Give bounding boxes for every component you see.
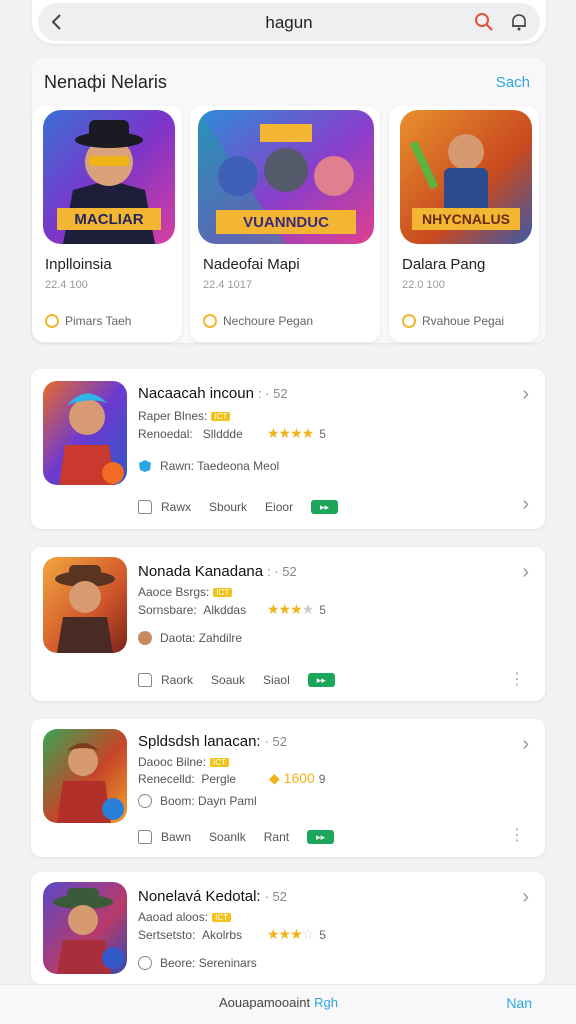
bottom-link[interactable]: Rgh xyxy=(314,995,338,1010)
game-meta-line: Renoedal: Sllddde xyxy=(138,427,243,441)
game-list-item[interactable]: Nacaacah incoun: · 52 Raper Blnes: ICT Re… xyxy=(31,369,545,529)
more-options-icon[interactable]: ⋮ xyxy=(509,672,525,688)
game-title: Nacaacah incoun: · 52 xyxy=(138,385,288,402)
game-title: Nonada Kanadana: · 52 xyxy=(138,563,297,580)
coin-count: ◆ 1600 9 xyxy=(269,770,326,786)
featured-card[interactable]: VUANNDUC Nadeofai Mapi 22.4 1017 Nechour… xyxy=(190,106,380,342)
cover-caption: VUANNDUC xyxy=(243,214,329,231)
chevron-right-icon[interactable]: › xyxy=(522,383,529,406)
featured-game-name: Inplloinsia xyxy=(45,256,112,273)
action-share[interactable]: Soanlk xyxy=(209,830,246,844)
game-meta-line: Boom: Dayn Paml xyxy=(138,794,257,808)
featured-card[interactable]: NHYCNALUS Dalara Pang 22.0 100 Rvahoue P… xyxy=(389,106,539,342)
action-bar: Raork Soauk Siaol ▸▸ xyxy=(138,672,335,687)
bell-icon xyxy=(512,14,526,31)
featured-game-tag: Rvahoue Pegai xyxy=(402,314,504,328)
rating-stars: ★★★★ 5 xyxy=(267,601,326,617)
bottom-bar: Aouapamooaint Rgh Nan xyxy=(0,984,576,1024)
game-meta-line: Sornsbare: Alkddas xyxy=(138,603,247,617)
tag-icon xyxy=(402,314,416,328)
featured-game-meta: 22.4 1017 xyxy=(203,279,252,291)
meta-badge: ICT xyxy=(210,758,229,767)
action-like[interactable]: Bawn xyxy=(161,830,191,844)
shield-icon xyxy=(139,460,151,472)
game-list-item[interactable]: Nonelavá Kedotal: · 52 Aaoad aloos: ICT Se… xyxy=(31,872,545,984)
like-icon[interactable] xyxy=(138,499,152,514)
action-bar: Rawx Sbourk Eioor ▸▸ xyxy=(138,499,339,514)
featured-game-meta: 22.0 100 xyxy=(402,279,445,291)
game-meta-line: Daooc Bilne: ICT xyxy=(138,755,229,769)
game-thumbnail xyxy=(43,882,127,974)
more-options-icon[interactable]: ⋮ xyxy=(509,828,525,844)
search-query-text: hagun xyxy=(265,13,313,32)
game-meta-line: Renecelld: Pergle xyxy=(138,772,237,786)
game-thumbnail xyxy=(43,557,127,653)
featured-game-tag: Nechoure Pegan xyxy=(203,314,313,328)
see-all-link[interactable]: Sach xyxy=(496,74,530,91)
game-thumbnail xyxy=(43,729,127,823)
notification-button[interactable] xyxy=(510,12,528,32)
game-meta-line: Aaoad aloos: ICT xyxy=(138,910,231,924)
featured-game-name: Dalara Pang xyxy=(402,256,486,273)
game-meta-line: Raper Blnes: ICT xyxy=(138,409,231,423)
action-more[interactable]: Eioor xyxy=(265,500,293,514)
game-thumbnail xyxy=(43,381,127,485)
game-meta-line: Rawn: Taedeona Meol xyxy=(138,459,279,473)
play-badge[interactable]: ▸▸ xyxy=(307,829,335,844)
search-button[interactable] xyxy=(474,12,494,32)
coin-icon: ◆ xyxy=(269,770,280,786)
game-meta-line: Daota: Zahdilre xyxy=(138,631,242,645)
like-icon[interactable] xyxy=(138,672,152,687)
featured-title: Nenaфi Nelaris xyxy=(44,72,167,92)
action-more[interactable]: Rant xyxy=(264,830,289,844)
meta-badge: ICT xyxy=(211,412,231,421)
action-like[interactable]: Rawx xyxy=(161,500,191,514)
cover-caption: MACLIAR xyxy=(74,211,143,228)
game-list-item[interactable]: Nonada Kanadana: · 52 Aaoce Bsrgs: ICT So… xyxy=(31,547,545,701)
cover-caption: NHYCNALUS xyxy=(422,211,510,227)
chevron-right-icon[interactable]: › xyxy=(522,886,529,909)
action-share[interactable]: Sbourk xyxy=(209,500,247,514)
search-icon xyxy=(475,13,493,31)
game-title: Nonelavá Kedotal: · 52 xyxy=(138,888,288,905)
game-title: Spldsdsh lanacan: · 52 xyxy=(138,733,288,750)
game-cover-image: MACLIAR xyxy=(43,110,175,244)
featured-section: Nenaфi Nelaris Sach MACLIAR Inplloinsia … xyxy=(32,58,546,343)
action-share[interactable]: Soauk xyxy=(211,673,245,687)
bottom-prompt: Aouapamooaint Rgh xyxy=(219,995,338,1010)
game-list-item[interactable]: Spldsdsh lanacan: · 52 Daooc Bilne: ICT Re… xyxy=(31,719,545,857)
rating-stars: ★★★☆ 5 xyxy=(267,926,326,942)
play-badge[interactable]: ▸▸ xyxy=(307,672,335,687)
game-cover-image: NHYCNALUS xyxy=(400,110,532,244)
tag-icon xyxy=(203,314,217,328)
game-meta-line: Sertsetsto: Akolrbs xyxy=(138,928,243,942)
featured-game-tag: Pimars Taeh xyxy=(45,314,131,328)
action-like[interactable]: Raork xyxy=(161,673,193,687)
meta-badge: ICT xyxy=(212,913,231,922)
chevron-right-icon[interactable]: › xyxy=(522,493,529,516)
avatar-icon xyxy=(138,631,152,645)
tag-icon xyxy=(45,314,59,328)
clock-icon xyxy=(138,794,152,808)
search-bar[interactable]: hagun xyxy=(38,3,540,41)
play-badge[interactable]: ▸▸ xyxy=(311,499,339,514)
chevron-right-icon[interactable]: › xyxy=(522,733,529,756)
bottom-action-link[interactable]: Nan xyxy=(506,995,532,1011)
meta-badge: ICT xyxy=(213,588,233,597)
featured-card[interactable]: MACLIAR Inplloinsia 22.4 100 Pimars Taeh xyxy=(32,106,182,342)
featured-game-meta: 22.4 100 xyxy=(45,279,88,291)
like-icon[interactable] xyxy=(138,829,152,844)
featured-game-name: Nadeofai Mapi xyxy=(203,256,300,273)
game-meta-line: Beore: Sereninars xyxy=(138,956,257,970)
action-bar: Bawn Soanlk Rant ▸▸ xyxy=(138,829,335,844)
game-meta-line: Aaoce Bsrgs: ICT xyxy=(138,585,233,599)
clock-icon xyxy=(138,956,152,970)
action-more[interactable]: Siaol xyxy=(263,673,290,687)
rating-stars: ★★★★ 5 xyxy=(267,425,326,441)
chevron-right-icon[interactable]: › xyxy=(522,561,529,584)
game-cover-image: VUANNDUC xyxy=(198,110,374,244)
